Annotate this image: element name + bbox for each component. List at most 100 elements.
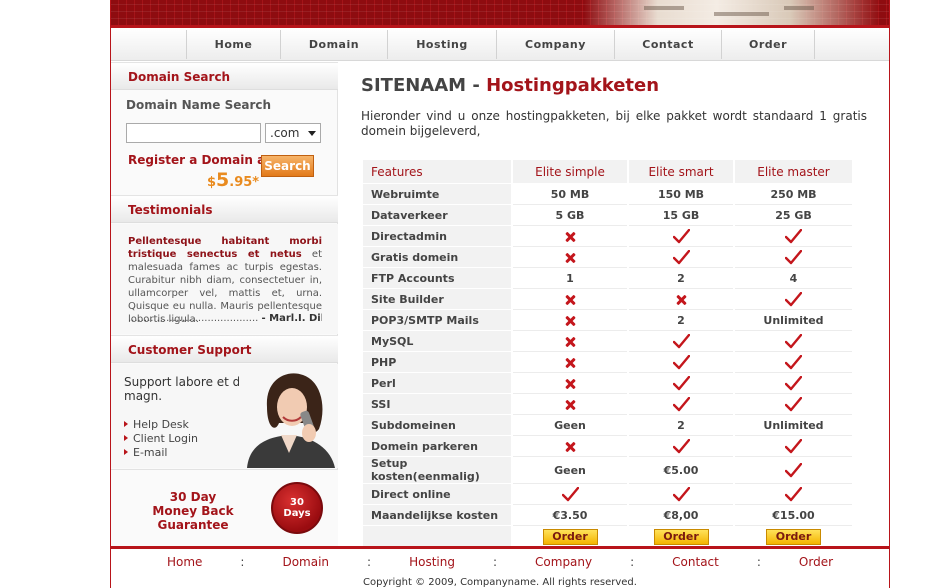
- nav-contact[interactable]: Contact: [614, 30, 721, 59]
- pricing-row: Maandelijkse kosten €3.50 €8,00 €15.00: [363, 505, 852, 526]
- header-banner: [111, 0, 889, 25]
- feature-label: Site Builder: [363, 289, 511, 310]
- checkmark-icon: [672, 354, 690, 369]
- value-cell-simple: Geen: [513, 457, 627, 484]
- pricing-row: Perl: [363, 373, 852, 394]
- value-cell-simple: 50 MB: [513, 184, 627, 205]
- nav-hosting[interactable]: Hosting: [387, 30, 496, 59]
- check-cell-master: [735, 484, 852, 505]
- check-cell-master: [735, 247, 852, 268]
- pricing-row: Subdomeinen Geen 2 Unlimited: [363, 415, 852, 436]
- check-cell-smart: [629, 226, 733, 247]
- pricing-row: Site Builder: [363, 289, 852, 310]
- page-title: SITENAAM - Hostingpakketen: [361, 75, 659, 96]
- footer-separator: :: [630, 555, 635, 569]
- cross-cell-simple: [513, 394, 627, 415]
- checkmark-icon: [785, 486, 802, 501]
- cross-icon: [565, 337, 575, 347]
- 30-days-badge: 30 Days: [271, 482, 323, 534]
- value-cell-master: 4: [735, 268, 852, 289]
- domain-search-input[interactable]: [126, 123, 261, 143]
- cross-icon: [565, 442, 575, 452]
- page-title-text: Hostingpakketen: [486, 75, 660, 96]
- check-cell-master: [735, 373, 852, 394]
- testimonials-heading: Testimonials: [111, 195, 338, 223]
- order-row-spacer: [363, 526, 511, 547]
- feature-label: PHP: [363, 352, 511, 373]
- footer-link-home[interactable]: Home: [167, 555, 202, 569]
- cross-cell-smart: [629, 289, 733, 310]
- footer-link-order[interactable]: Order: [799, 555, 833, 569]
- pricing-row: SSI: [363, 394, 852, 415]
- order-cell-smart: Order: [629, 526, 733, 547]
- check-cell-master: [735, 226, 852, 247]
- check-cell-master: [735, 331, 852, 352]
- title-separator: -: [466, 75, 487, 96]
- support-agent-photo: [239, 367, 337, 468]
- order-cell-master: Order: [735, 526, 852, 547]
- footer-link-company[interactable]: Company: [535, 555, 592, 569]
- testimonial-dots: ........................................…: [128, 313, 259, 324]
- guarantee-line-1: 30 Day: [169, 490, 217, 504]
- feature-label: FTP Accounts: [363, 268, 511, 289]
- value-cell-smart: 2: [629, 268, 733, 289]
- cross-icon: [565, 253, 575, 263]
- badge-number: 30: [290, 497, 304, 508]
- help-desk-link[interactable]: Help Desk: [124, 418, 189, 431]
- features-header: Features: [363, 160, 511, 184]
- footer-link-hosting[interactable]: Hosting: [409, 555, 455, 569]
- intro-paragraph: Hieronder vind u onze hostingpakketen, b…: [361, 109, 867, 138]
- feature-label: SSI: [363, 394, 511, 415]
- pricing-row: PHP: [363, 352, 852, 373]
- check-cell-smart: [629, 373, 733, 394]
- checkmark-icon: [785, 249, 802, 264]
- value-cell-master: 25 GB: [735, 205, 852, 226]
- client-login-link[interactable]: Client Login: [124, 432, 198, 445]
- value-cell-master: Unlimited: [735, 310, 852, 331]
- testimonial-highlight: Pellentesque habitant morbi tristique se…: [128, 236, 322, 260]
- checkmark-icon: [672, 228, 690, 243]
- value-cell-simple: 1: [513, 268, 627, 289]
- search-button[interactable]: Search: [261, 155, 314, 177]
- sidebar: Domain Search Domain Name Search .com Re…: [111, 62, 338, 546]
- value-cell-smart: €5.00: [629, 457, 733, 484]
- checkmark-icon: [785, 333, 802, 348]
- nav-order[interactable]: Order: [721, 30, 815, 59]
- footer-separator: :: [240, 555, 245, 569]
- check-cell-smart: [629, 394, 733, 415]
- check-cell-master: [735, 289, 852, 310]
- cross-cell-simple: [513, 352, 627, 373]
- price-cents: .95*: [229, 175, 260, 190]
- feature-label: Directadmin: [363, 226, 511, 247]
- order-button-simple[interactable]: Order: [542, 528, 598, 545]
- cross-icon: [565, 379, 575, 389]
- pricing-table: Features Elite simple Elite smart Elite …: [361, 160, 854, 547]
- order-button-smart[interactable]: Order: [653, 528, 709, 545]
- pricing-row: Setup kosten(eenmalig) Geen €5.00: [363, 457, 852, 484]
- guarantee-line-2: Money Back Guarantee: [152, 504, 234, 532]
- domain-extension-select[interactable]: .com: [265, 123, 321, 143]
- footer-separator: :: [367, 555, 372, 569]
- pricing-row: Dataverkeer 5 GB 15 GB 25 GB: [363, 205, 852, 226]
- feature-label: POP3/SMTP Mails: [363, 310, 511, 331]
- pricing-row: Directadmin: [363, 226, 852, 247]
- feature-label: Direct online: [363, 484, 511, 505]
- cross-cell-simple: [513, 289, 627, 310]
- plan-header-smart: Elite smart: [629, 160, 733, 184]
- nav-domain[interactable]: Domain: [280, 30, 387, 59]
- check-cell-master: [735, 457, 852, 484]
- checkmark-icon: [785, 438, 802, 453]
- email-link[interactable]: E-mail: [124, 446, 168, 459]
- footer-link-domain[interactable]: Domain: [282, 555, 329, 569]
- checkmark-icon: [785, 354, 802, 369]
- feature-label: Gratis domein: [363, 247, 511, 268]
- nav-company[interactable]: Company: [496, 30, 614, 59]
- value-cell-smart: 2: [629, 415, 733, 436]
- check-cell-smart: [629, 352, 733, 373]
- nav-home[interactable]: Home: [186, 30, 280, 59]
- checkmark-icon: [672, 249, 690, 264]
- chevron-down-icon: [308, 131, 316, 136]
- plan-header-simple: Elite simple: [513, 160, 627, 184]
- footer-link-contact[interactable]: Contact: [672, 555, 719, 569]
- order-button-master[interactable]: Order: [766, 528, 821, 545]
